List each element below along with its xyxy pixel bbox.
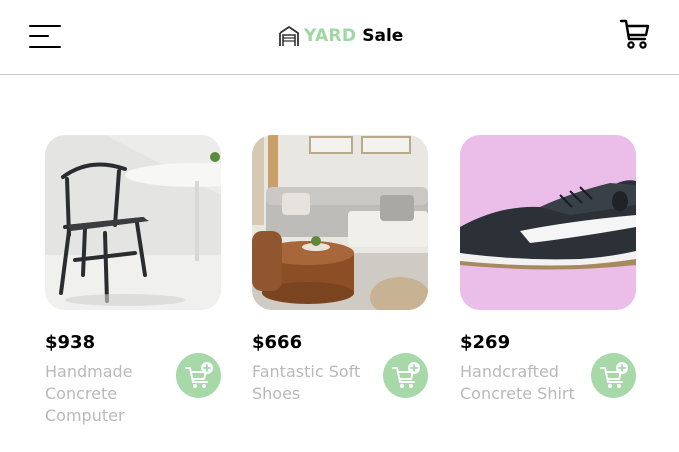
shopping-cart-icon (619, 19, 650, 49)
cart-button[interactable] (619, 17, 651, 51)
add-to-cart-icon (184, 361, 213, 388)
top-bar: YARD Sale (0, 0, 679, 75)
add-to-cart-button[interactable] (591, 353, 636, 398)
product-name[interactable]: Handcrafted Concrete Shirt (460, 361, 578, 405)
product-image-chair[interactable] (45, 135, 221, 310)
brand-name-part1: YARD (304, 26, 357, 46)
brand-name-part2: Sale (362, 26, 404, 46)
menu-button[interactable] (29, 24, 63, 50)
product-name[interactable]: Handmade Concrete Computer (45, 361, 163, 427)
product-price: $269 (460, 332, 511, 353)
product-name[interactable]: Fantastic Soft Shoes (252, 361, 370, 405)
product-price: $666 (252, 332, 303, 353)
garage-icon (279, 26, 299, 46)
brand-logo[interactable]: YARD Sale (278, 23, 403, 49)
add-to-cart-icon (391, 361, 420, 388)
product-image-living-room[interactable] (252, 135, 428, 310)
hamburger-menu-icon (29, 24, 63, 50)
product-card[interactable]: $666 Fantastic Soft Shoes (252, 135, 428, 403)
add-to-cart-button[interactable] (383, 353, 428, 398)
product-price: $938 (45, 332, 96, 353)
add-to-cart-button[interactable] (176, 353, 221, 398)
product-card[interactable]: $938 Handmade Concrete Computer (45, 135, 221, 425)
product-card[interactable]: $269 Handcrafted Concrete Shirt (460, 135, 636, 403)
add-to-cart-icon (599, 361, 628, 388)
product-image-sneaker[interactable] (460, 135, 636, 310)
